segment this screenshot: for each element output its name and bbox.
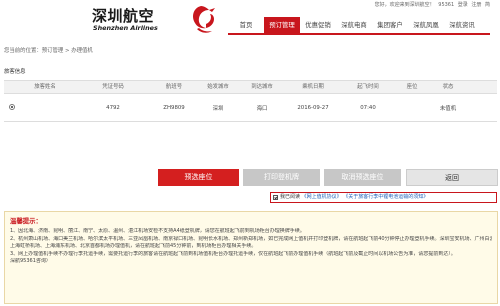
origin-cell: 深圳 bbox=[212, 105, 224, 112]
tip-line: 深航95361咨询） bbox=[10, 258, 51, 265]
column-header-flight: 航班号 bbox=[165, 84, 183, 90]
nav-item-news[interactable]: 深航资讯 bbox=[444, 17, 480, 33]
nav-item-home[interactable]: 首页 bbox=[228, 17, 264, 33]
passenger-table: 旅客姓名 凭证号码 航班号 始发城市 到达城市 乘机日期 起飞时间 座位 状态 … bbox=[4, 80, 497, 122]
main-nav: 首页 预订管理 优惠促销 深航电商 集团客户 深航凤凰 深航资讯 bbox=[228, 17, 490, 35]
back-button[interactable]: 返回 bbox=[406, 169, 498, 186]
row-select-cell[interactable] bbox=[4, 103, 16, 112]
column-header-origin: 始发城市 bbox=[207, 84, 229, 90]
online-checkin-agreement-link[interactable]: 《网上值机协议》 bbox=[302, 194, 342, 200]
nav-item-promotions[interactable]: 优惠促销 bbox=[300, 17, 336, 33]
warm-tips-panel: 温馨提示： 1、因北海、济南、昆明、丽江、南宁、太原、温州、湛江机场安检不支持A… bbox=[4, 211, 498, 304]
lithium-battery-notice-link[interactable]: 《关于旅客行李中锂电池运输的须知》 bbox=[343, 194, 428, 200]
departure-time-cell: 07:40 bbox=[360, 104, 376, 111]
status-cell: 未值机 bbox=[439, 105, 457, 112]
destination-cell: 海口 bbox=[256, 105, 268, 112]
column-header-destination: 到达城市 bbox=[251, 84, 273, 90]
certificate-cell: 4792 bbox=[106, 104, 120, 111]
column-header-certificate: 凭证号码 bbox=[102, 84, 124, 90]
nav-item-booking-management[interactable]: 预订管理 bbox=[264, 17, 300, 33]
column-header-seat: 座位 bbox=[406, 84, 418, 90]
login-link[interactable]: 登录 bbox=[458, 2, 468, 8]
select-seat-button[interactable]: 预选座位 bbox=[158, 169, 239, 186]
flight-cell: ZH9809 bbox=[163, 104, 185, 111]
tip-line: 1、因北海、济南、昆明、丽江、南宁、太原、温州、湛江机场安检不支持A4纸登机牌，… bbox=[10, 228, 305, 234]
redacted-name bbox=[28, 104, 62, 109]
language-link[interactable]: 简 bbox=[485, 2, 490, 8]
welcome-text: 您好，欢迎来到深圳航空！ bbox=[374, 2, 435, 8]
tip-line: 3、网上办理值机手续不办理行李托运手续，需要托运行李的旅客请在航班起飞前到机场值… bbox=[10, 250, 456, 257]
nav-item-corporate[interactable]: 集团客户 bbox=[372, 17, 408, 33]
shenzhen-airlines-logo[interactable]: 深圳航空 Shenzhen Airlines bbox=[92, 5, 220, 37]
logo-chinese-name: 深圳航空 bbox=[92, 7, 155, 25]
agreement-box: 我已阅读 《网上值机协议》 《关于旅客行李中锂电池运输的须知》 bbox=[270, 192, 497, 203]
table-header: 旅客姓名 凭证号码 航班号 始发城市 到达城市 乘机日期 起飞时间 座位 状态 bbox=[4, 80, 497, 94]
print-boarding-pass-button[interactable]: 打印登机牌 bbox=[243, 169, 320, 186]
top-links: 您好，欢迎来到深圳航空！ 95361 登录 注册 简 bbox=[373, 1, 490, 8]
logo-english-name: Shenzhen Airlines bbox=[93, 24, 158, 32]
column-header-name: 旅客姓名 bbox=[34, 84, 56, 90]
hotline: 95361 bbox=[438, 2, 455, 8]
nav-item-phoenix[interactable]: 深航凤凰 bbox=[408, 17, 444, 33]
register-link[interactable]: 注册 bbox=[471, 2, 481, 8]
column-header-date: 乘机日期 bbox=[302, 84, 324, 90]
breadcrumb: 您当前的位置：预订管理 > 办理值机 bbox=[4, 48, 93, 54]
cancel-seat-selection-button[interactable]: 取消预选座位 bbox=[324, 169, 401, 186]
tip-line: 2、杭州萧山机场、海口美兰机场、哈尔滨太平机场、三亚凤凰机场、南京禄口机场、昆明… bbox=[10, 235, 492, 242]
tips-title: 温馨提示： bbox=[10, 217, 42, 225]
row-radio-button[interactable] bbox=[9, 103, 15, 110]
date-cell: 2016-09-27 bbox=[297, 104, 329, 111]
passenger-info-label: 旅客信息 bbox=[4, 69, 26, 75]
column-header-status: 状态 bbox=[442, 84, 454, 90]
table-row[interactable]: 4792 ZH9809 深圳 海口 2016-09-27 07:40 未值机 bbox=[4, 94, 497, 122]
column-header-departure-time: 起飞时间 bbox=[357, 84, 379, 90]
agreement-checkbox[interactable] bbox=[273, 195, 278, 200]
tip-line: 上海虹桥机场、上海浦东机场、北京首都机场办理值机，请在航班起飞前45分钟前，到机… bbox=[10, 243, 257, 250]
agreement-prefix: 我已阅读 bbox=[280, 194, 301, 200]
nav-item-ecommerce[interactable]: 深航电商 bbox=[336, 17, 372, 33]
phoenix-logo-icon bbox=[193, 6, 215, 33]
passenger-name-cell bbox=[16, 104, 74, 111]
column-header-select bbox=[4, 81, 16, 93]
